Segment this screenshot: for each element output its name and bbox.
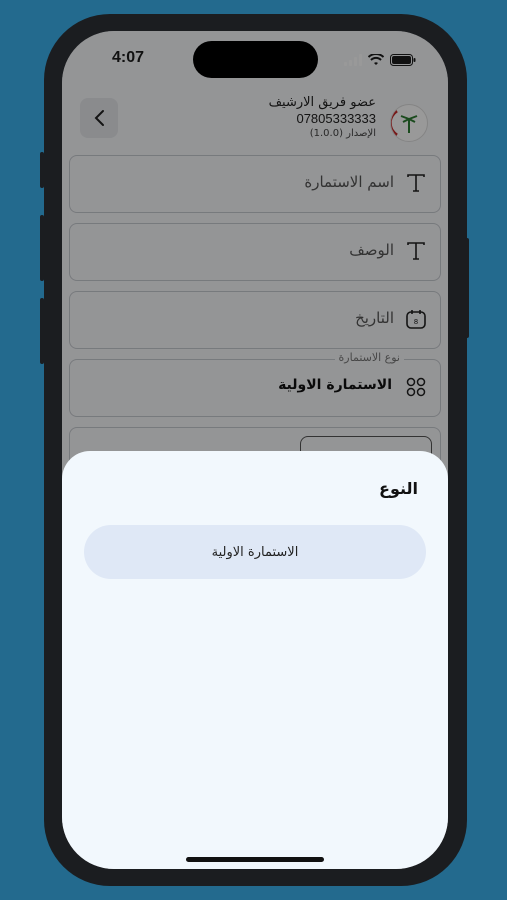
signal-icon — [344, 51, 362, 70]
sheet-title: النوع — [379, 479, 418, 498]
app-screen: 4:07 عضو فريق الارشيف 07805333333 الإصدا… — [62, 31, 448, 869]
type-bottom-sheet: النوع الاستمارة الاولية — [62, 451, 448, 869]
wifi-icon — [367, 51, 385, 70]
volume-up-button — [40, 215, 44, 281]
home-indicator[interactable] — [186, 857, 324, 862]
status-icons — [344, 51, 416, 70]
dynamic-island — [193, 41, 318, 78]
type-option[interactable]: الاستمارة الاولية — [84, 525, 426, 579]
volume-down-button — [40, 298, 44, 364]
mute-switch — [40, 152, 44, 188]
battery-icon — [390, 51, 416, 70]
power-button — [465, 238, 469, 338]
status-time: 4:07 — [112, 49, 145, 66]
